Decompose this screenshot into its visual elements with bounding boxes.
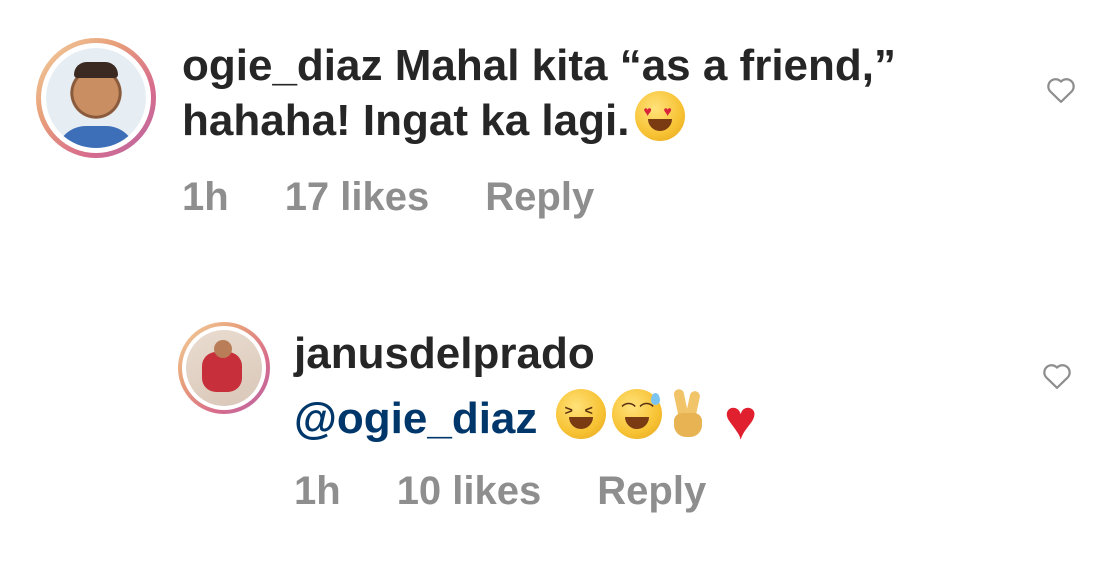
comment-time: 1h bbox=[182, 174, 229, 219]
mention-link[interactable]: @ogie_diaz bbox=[294, 394, 537, 443]
comment-content: ogie_diaz Mahal kita “as a friend,” haha… bbox=[182, 34, 1076, 220]
comment-ogie-diaz: ogie_diaz Mahal kita “as a friend,” haha… bbox=[36, 34, 1076, 220]
comment-text: ogie_diaz Mahal kita “as a friend,” haha… bbox=[182, 40, 1002, 147]
comment-likes[interactable]: 17 likes bbox=[285, 175, 430, 220]
victory-hand-emoji bbox=[668, 388, 708, 439]
comment-likes[interactable]: 10 likes bbox=[397, 469, 542, 514]
heart-outline-icon[interactable] bbox=[1046, 76, 1076, 104]
comment-content: janusdelprado @ogie_diaz > < ⌒ ⌒ ♥ 1h 10 lik… bbox=[294, 322, 1076, 514]
heart-outline-icon[interactable] bbox=[1042, 362, 1072, 390]
grinning-squinting-emoji: > < bbox=[555, 389, 606, 440]
grinning-sweat-emoji: ⌒ ⌒ bbox=[611, 389, 662, 440]
avatar[interactable] bbox=[36, 38, 156, 158]
comment-time: 1h bbox=[294, 469, 341, 514]
comment-username[interactable]: ogie_diaz bbox=[182, 41, 383, 90]
comment-janusdelprado: janusdelprado @ogie_diaz > < ⌒ ⌒ ♥ 1h 10 lik… bbox=[178, 322, 1076, 514]
avatar-photo bbox=[186, 330, 262, 406]
comment-meta: 1h 10 likes Reply bbox=[294, 469, 1076, 514]
comment-text: janusdelprado @ogie_diaz > < ⌒ ⌒ ♥ bbox=[294, 328, 1076, 452]
red-heart-emoji: ♥ bbox=[724, 388, 758, 452]
comment-username[interactable]: janusdelprado bbox=[294, 328, 1076, 379]
reply-button[interactable]: Reply bbox=[485, 175, 594, 220]
avatar[interactable] bbox=[178, 322, 270, 414]
reply-button[interactable]: Reply bbox=[597, 469, 706, 514]
heart-eyes-emoji: ♥ ♥ bbox=[635, 91, 686, 142]
comment-meta: 1h 17 likes Reply bbox=[182, 175, 1076, 220]
avatar-photo bbox=[46, 48, 146, 148]
